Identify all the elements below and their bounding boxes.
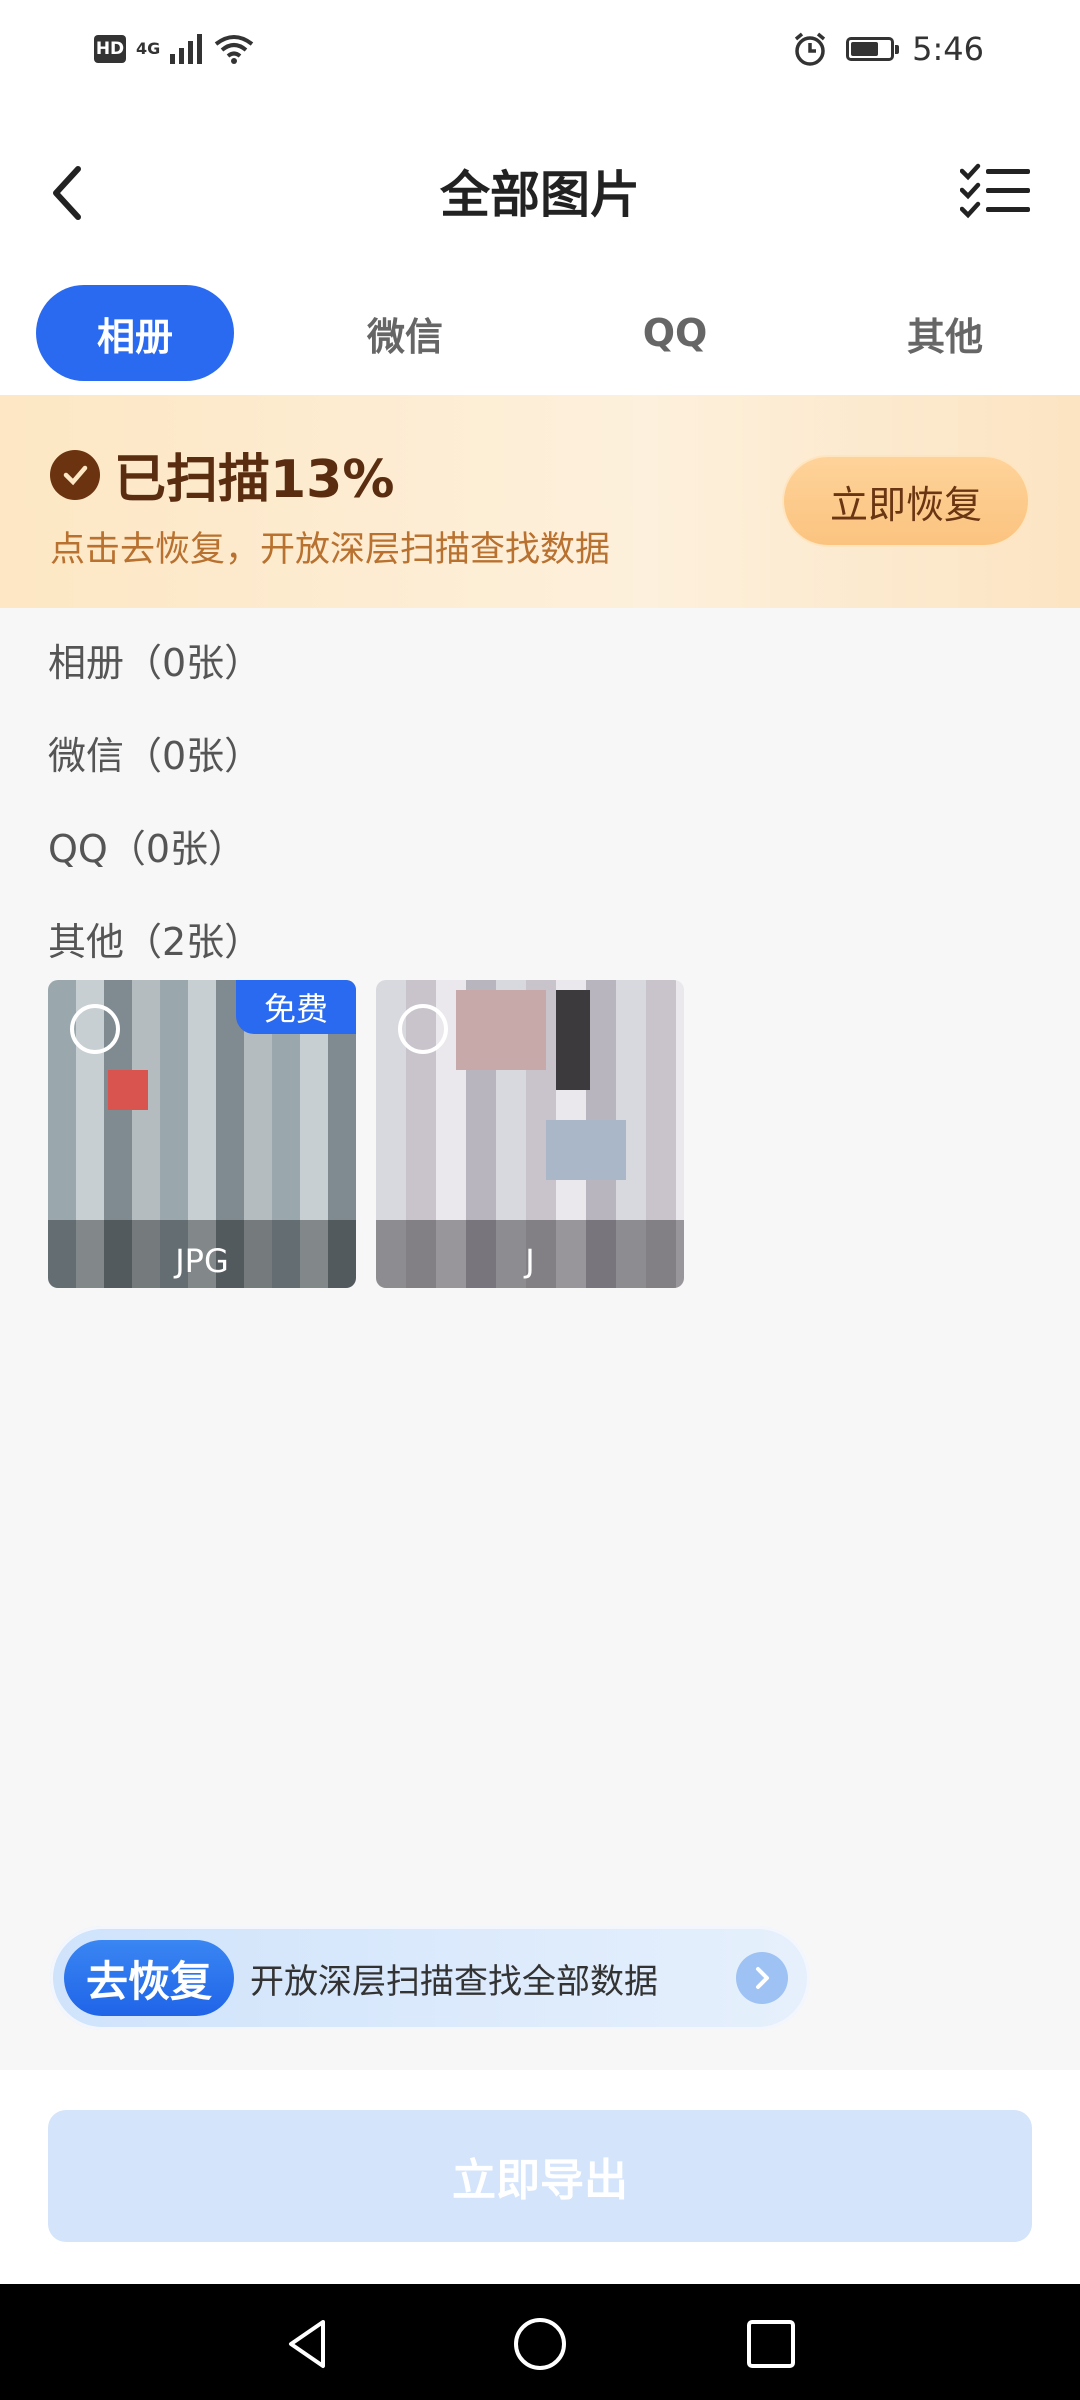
battery-icon — [846, 37, 900, 61]
check-circle-icon — [50, 449, 100, 500]
system-nav-bar — [0, 2284, 1080, 2400]
deep-scan-text: 开放深层扫描查找全部数据 — [250, 1962, 658, 2002]
wifi-icon — [215, 35, 254, 64]
status-right: 5:46 — [792, 30, 984, 68]
home-circle-icon[interactable] — [510, 2314, 570, 2374]
status-left: HD 4G — [94, 34, 254, 64]
select-checkbox[interactable] — [70, 1004, 120, 1054]
tab-wechat[interactable]: 微信 — [306, 285, 504, 381]
pixelated-image — [108, 1070, 148, 1110]
scan-progress-text: 已扫描13% — [114, 450, 395, 510]
restore-now-button[interactable]: 立即恢复 — [782, 455, 1030, 547]
header: 全部图片 — [0, 105, 1080, 275]
pixelated-image — [456, 990, 546, 1070]
category-other-count: 其他（2张） — [48, 920, 263, 964]
category-album-count: 相册（0张） — [48, 641, 263, 685]
thumbnail-caption: J — [525, 1242, 535, 1280]
tab-album[interactable]: 相册 — [36, 285, 234, 381]
thumbnail-caption: JPG — [175, 1242, 229, 1280]
go-restore-button[interactable]: 去恢复 — [64, 1940, 234, 2016]
hd-icon: HD — [94, 35, 126, 63]
tab-other[interactable]: 其他 — [846, 285, 1044, 381]
signal-icon — [170, 34, 203, 64]
category-tabs: 相册 微信 QQ 其他 — [0, 275, 1080, 395]
status-bar: HD 4G 5:46 — [0, 0, 1080, 105]
bottom-action-area: 立即导出 — [0, 2070, 1080, 2284]
export-now-button[interactable]: 立即导出 — [48, 2110, 1032, 2242]
photo-thumbnail[interactable]: J — [376, 980, 684, 1288]
category-qq-count: QQ（0张） — [48, 827, 246, 871]
category-wechat-count: 微信（0张） — [48, 734, 263, 778]
clock: 5:46 — [912, 30, 984, 68]
pixelated-image — [556, 990, 590, 1090]
deep-scan-prompt[interactable]: 去恢复 开放深层扫描查找全部数据 — [50, 1926, 810, 2030]
tab-qq[interactable]: QQ — [576, 285, 774, 381]
scan-hint: 点击去恢复，开放深层扫描查找数据 — [50, 530, 611, 570]
select-mode-button[interactable] — [959, 163, 1032, 219]
page-title: 全部图片 — [440, 166, 640, 224]
photo-thumbnail[interactable]: 免费 JPG — [48, 980, 356, 1288]
recents-square-icon[interactable] — [741, 2314, 801, 2374]
alarm-icon — [795, 32, 826, 66]
scan-status: 已扫描13% — [50, 437, 394, 512]
select-checkbox[interactable] — [398, 1004, 448, 1054]
back-triangle-icon[interactable] — [279, 2314, 339, 2374]
checklist-icon — [959, 163, 1030, 219]
network-type: 4G — [136, 39, 161, 58]
pixelated-image — [546, 1120, 626, 1180]
chevron-right-icon[interactable] — [736, 1952, 788, 2004]
battery-fill — [851, 42, 879, 56]
free-badge: 免费 — [236, 980, 356, 1034]
scan-progress-banner: 已扫描13% 点击去恢复，开放深层扫描查找数据 立即恢复 — [0, 395, 1080, 608]
